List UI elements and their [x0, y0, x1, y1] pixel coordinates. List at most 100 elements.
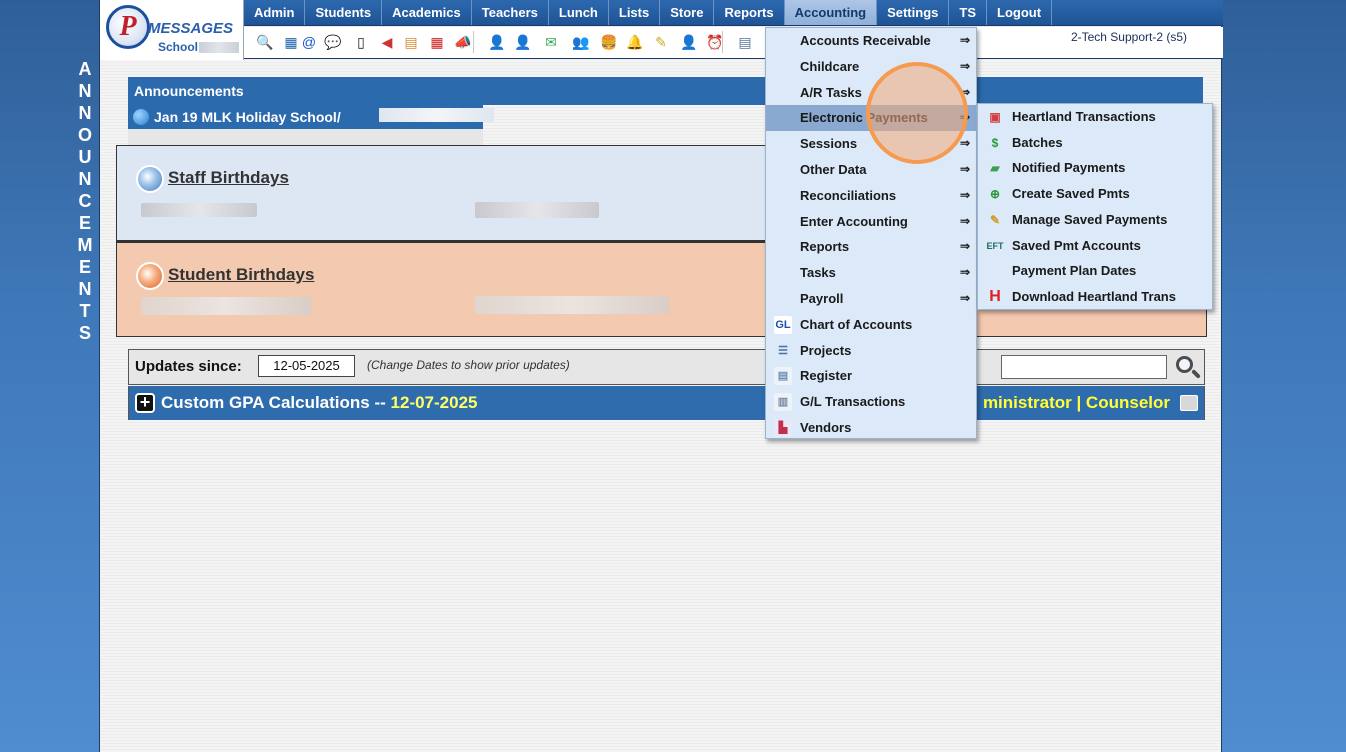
menu-item-other-data[interactable]: Other Data ⇒ — [766, 157, 976, 183]
submenu-item-saved-pmt-accounts[interactable]: Saved Pmt Accounts EFT — [978, 233, 1212, 259]
app-logo[interactable]: P MESSAGES School — [100, 0, 244, 60]
submenu-item-payment-plan-dates[interactable]: Payment Plan Dates — [978, 258, 1212, 284]
phone-icon[interactable]: ▯ — [352, 33, 370, 51]
menu-item-reports[interactable]: Reports ⇒ — [766, 234, 976, 260]
submenu-item-heartland-transactions[interactable]: Heartland Transactions ▣ — [978, 104, 1212, 130]
birthday-cake-icon — [136, 262, 164, 290]
nav-logout[interactable]: Logout — [987, 0, 1053, 25]
menu-item-accounts-receivable[interactable]: Accounts Receivable ⇒ — [766, 28, 976, 54]
logo-emblem: P — [106, 5, 150, 49]
megaphone-icon[interactable]: ◀ — [378, 33, 396, 51]
student-birthdays-title[interactable]: Student Birthdays — [168, 265, 314, 285]
submenu-item-download-heartland-trans[interactable]: Download Heartland Trans H — [978, 284, 1212, 310]
nav-academics[interactable]: Academics — [382, 0, 472, 25]
redacted-student-name — [141, 297, 311, 315]
menu-item-label: Sessions — [800, 136, 858, 152]
toolbar-separator — [473, 31, 474, 53]
submenu-item-label: Download Heartland Trans — [1012, 288, 1176, 304]
submenu-item-batches[interactable]: Batches $ — [978, 130, 1212, 156]
search-icon[interactable] — [1173, 353, 1203, 381]
submenu-item-notified-payments[interactable]: Notified Payments ▰ — [978, 155, 1212, 181]
redacted-staff-name — [141, 203, 257, 217]
burger-icon[interactable]: 🍔 — [600, 33, 618, 51]
h-icon: H — [989, 287, 1001, 305]
submenu-item-manage-saved-payments[interactable]: Manage Saved Payments ✎ — [978, 207, 1212, 233]
menu-item-label: A/R Tasks — [800, 84, 862, 100]
nav-lunch[interactable]: Lunch — [549, 0, 609, 25]
top-navigation: Admin Students Academics Teachers Lunch Lists… — [244, 0, 1223, 26]
submenu-item-create-saved-pmts[interactable]: Create Saved Pmts ⊕ — [978, 181, 1212, 207]
nav-store[interactable]: Store — [660, 0, 715, 25]
staff-icon[interactable]: 👤 — [680, 33, 698, 51]
menu-item-enter-accounting[interactable]: Enter Accounting ⇒ — [766, 209, 976, 235]
person-add-icon[interactable]: 👤 — [488, 33, 506, 51]
menu-item-payroll[interactable]: Payroll ⇒ — [766, 286, 976, 312]
print-icon[interactable] — [1180, 395, 1198, 411]
note-icon[interactable]: ✎ — [652, 33, 670, 51]
redacted-staff-name — [475, 202, 599, 218]
menu-item-projects[interactable]: Projects ☰ — [766, 338, 976, 364]
eft-icon: EFT — [986, 240, 1004, 251]
bill-icon: ▰ — [990, 161, 1000, 176]
person-icon[interactable]: 👤 — [514, 33, 532, 51]
menu-item-reconciliations[interactable]: Reconciliations ⇒ — [766, 183, 976, 209]
logo-title: MESSAGES — [148, 20, 234, 37]
nav-settings[interactable]: Settings — [877, 0, 950, 25]
submenu-arrow-icon: ⇒ — [959, 136, 970, 151]
nav-teachers[interactable]: Teachers — [472, 0, 549, 25]
magnifier-icon[interactable]: 🔍 — [256, 33, 274, 51]
grid-icon[interactable]: ▦ — [282, 33, 300, 51]
side-letter: N — [78, 169, 92, 189]
bell-icon[interactable]: 🔔 — [626, 33, 644, 51]
birthday-cake-icon — [136, 165, 164, 193]
announcement-spacer — [128, 129, 483, 145]
menu-item-label: Tasks — [800, 265, 836, 281]
money-icon[interactable]: ✉ — [542, 33, 560, 51]
redacted-announcement-text — [379, 108, 494, 122]
menu-item-g-l-transactions[interactable]: G/L Transactions ▥ — [766, 389, 976, 415]
quick-icon-toolbar: 2-Tech Support-2 (s5) 🔍 ▦ @ 💬 ▯ ◀ ▤ ▦ 📣 👤 👤 ✉ 👥 🍔 🔔 ✎ 👤 ⏰… — [244, 27, 1223, 59]
side-letter: N — [78, 279, 92, 299]
menu-item-register[interactable]: Register ▤ — [766, 363, 976, 389]
calendar-icon[interactable]: ▦ — [428, 33, 446, 51]
bullhorn-icon[interactable]: 📣 — [454, 33, 472, 51]
submenu-arrow-icon: ⇒ — [959, 291, 970, 305]
menu-item-label: Projects — [800, 342, 852, 358]
submenu-arrow-icon: ⇒ — [959, 187, 970, 202]
menu-item-childcare[interactable]: Childcare ⇒ — [766, 54, 976, 80]
menu-item-chart-of-accounts[interactable]: Chart of Accounts GL — [766, 312, 976, 338]
announcement-bullet-icon — [133, 109, 149, 125]
announcements-vertical-label: ANNOUNCEMENTS — [74, 58, 96, 344]
toolbar-separator — [722, 31, 723, 53]
group-icon[interactable]: 👥 — [572, 33, 590, 51]
submenu-arrow-icon: ⇒ — [959, 162, 970, 176]
nav-lists[interactable]: Lists — [609, 0, 661, 25]
menu-item-a-r-tasks[interactable]: A/R Tasks ⇒ — [766, 80, 976, 106]
announcement-item[interactable]: Jan 19 MLK Holiday School/ — [128, 105, 494, 129]
staff-birthdays-title[interactable]: Staff Birthdays — [168, 168, 289, 188]
updates-hint-text: (Change Dates to show prior updates) — [367, 358, 570, 372]
doc-icon[interactable]: ▤ — [736, 33, 754, 51]
menu-item-vendors[interactable]: Vendors ▙ — [766, 415, 976, 441]
nav-ts[interactable]: TS — [949, 0, 987, 25]
nav-accounting[interactable]: Accounting — [784, 0, 878, 25]
accounting-dropdown-menu: Accounts Receivable ⇒ Childcare ⇒ A/R Tasks ⇒… — [765, 27, 977, 439]
menu-item-sessions[interactable]: Sessions ⇒ — [766, 131, 976, 157]
search-input[interactable] — [1001, 355, 1167, 379]
menu-item-tasks[interactable]: Tasks ⇒ — [766, 260, 976, 286]
expand-plus-icon[interactable]: + — [135, 393, 155, 413]
current-user-label[interactable]: 2-Tech Support-2 (s5) — [1071, 30, 1187, 44]
gpa-update-title[interactable]: Custom GPA Calculations -- 12-07-2025 — [161, 393, 478, 413]
at-icon[interactable]: @ — [300, 33, 318, 51]
calendar-grid-icon[interactable]: ▤ — [402, 33, 420, 51]
side-letter: U — [78, 147, 92, 167]
redacted-school-name — [199, 42, 239, 53]
side-letter: A — [78, 59, 92, 79]
nav-reports[interactable]: Reports — [714, 0, 785, 25]
nav-students[interactable]: Students — [305, 0, 383, 25]
updates-date-input[interactable]: 12-05-2025 — [258, 355, 355, 377]
menu-item-label: Enter Accounting — [800, 213, 908, 229]
chat-icon[interactable]: 💬 — [324, 33, 342, 51]
menu-item-electronic-payments[interactable]: Electronic Payments ⇒ — [766, 105, 976, 132]
nav-admin[interactable]: Admin — [244, 0, 306, 25]
